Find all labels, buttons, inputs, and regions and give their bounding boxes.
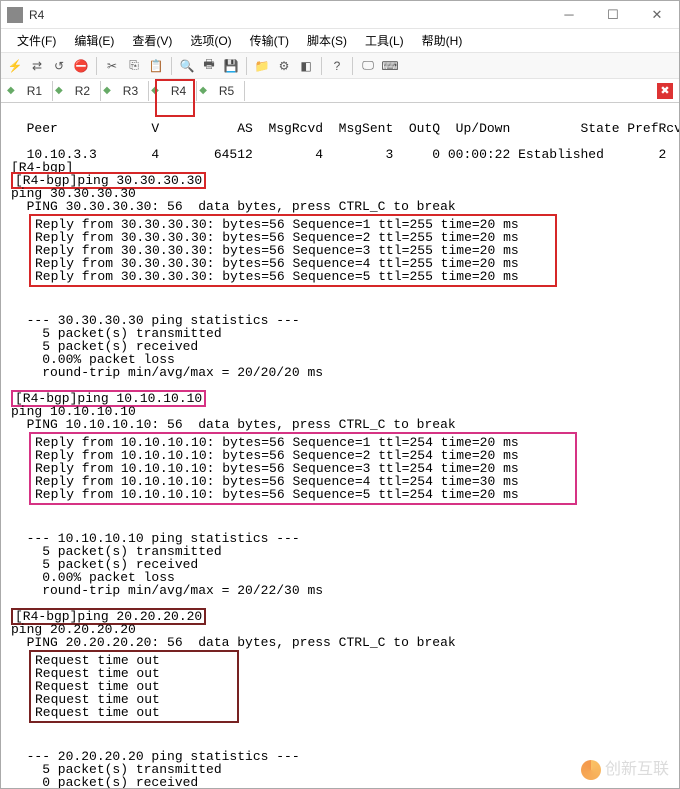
timeout-line: Request time out [35, 705, 160, 720]
tool-disconnect-icon[interactable]: ⛔ [71, 56, 91, 76]
menu-options[interactable]: 选项(O) [182, 30, 239, 51]
tool-reconnect-icon[interactable]: ↺ [49, 56, 69, 76]
menu-tools[interactable]: 工具(L) [357, 30, 412, 51]
app-icon [7, 7, 23, 23]
toolbar-separator [246, 57, 247, 75]
minimize-button[interactable]: ─ [547, 1, 591, 29]
session-tabbar: ◆ R1 ◆ R2 ◆ R3 ◆ R4 ◆ R5 ✖ [1, 79, 679, 103]
tab-r3[interactable]: R3 [113, 81, 149, 101]
ping-20-timeouts: Request time out Request time out Reques… [29, 650, 239, 723]
tab-r4[interactable]: R4 [161, 81, 197, 101]
tab-r4-label: R4 [171, 84, 186, 98]
window-controls: ─ ☐ ✕ [547, 1, 679, 29]
window-title: R4 [29, 8, 547, 22]
tab-indicator-icon: ◆ [197, 85, 209, 96]
tool-connect-icon[interactable]: ⚡ [5, 56, 25, 76]
menu-transfer[interactable]: 传输(T) [242, 30, 297, 51]
tool-help-icon[interactable]: ? [327, 56, 347, 76]
tool-session-icon[interactable]: ◧ [296, 56, 316, 76]
tool-screen-icon[interactable]: 🖵 [358, 56, 378, 76]
tool-keyboard-icon[interactable]: ⌨ [380, 56, 400, 76]
tab-indicator-icon: ◆ [149, 85, 161, 96]
stats-line: round-trip min/avg/max = 20/20/20 ms [11, 365, 323, 380]
tool-print-icon[interactable]: 🖶 [199, 56, 219, 76]
titlebar: R4 ─ ☐ ✕ [1, 1, 679, 29]
bgp-peer-row: 10.10.3.3 4 64512 4 3 0 00:00:22 Establi… [11, 147, 666, 162]
tool-folder-icon[interactable]: 📁 [252, 56, 272, 76]
menu-file[interactable]: 文件(F) [9, 30, 64, 51]
terminal-output[interactable]: Peer V AS MsgRcvd MsgSent OutQ Up/Down S… [1, 103, 679, 788]
ping-30-header: PING 30.30.30.30: 56 data bytes, press C… [11, 199, 456, 214]
menubar: 文件(F) 编辑(E) 查看(V) 选项(O) 传输(T) 脚本(S) 工具(L… [1, 29, 679, 53]
watermark-text: 创新互联 [605, 762, 669, 778]
tab-r2[interactable]: R2 [65, 81, 101, 101]
tab-close-button[interactable]: ✖ [657, 83, 673, 99]
stats-line: 0 packet(s) received [11, 775, 198, 788]
tool-copy-icon[interactable]: ⎘ [124, 56, 144, 76]
toolbar: ⚡ ⇄ ↺ ⛔ ✂ ⎘ 📋 🔍 🖶 💾 📁 ⚙ ◧ ? 🖵 ⌨ [1, 53, 679, 79]
toolbar-separator [352, 57, 353, 75]
toolbar-separator [96, 57, 97, 75]
tab-r5[interactable]: R5 [209, 81, 245, 101]
reply-line: Reply from 30.30.30.30: bytes=56 Sequenc… [35, 269, 519, 284]
tool-find-icon[interactable]: 🔍 [177, 56, 197, 76]
tab-indicator-icon: ◆ [101, 85, 113, 96]
tool-save-icon[interactable]: 💾 [221, 56, 241, 76]
menu-view[interactable]: 查看(V) [124, 30, 180, 51]
ping-10-replies: Reply from 10.10.10.10: bytes=56 Sequenc… [29, 432, 577, 505]
watermark-logo-icon [581, 760, 601, 780]
tool-settings-icon[interactable]: ⚙ [274, 56, 294, 76]
app-window: R4 ─ ☐ ✕ 文件(F) 编辑(E) 查看(V) 选项(O) 传输(T) 脚… [0, 0, 680, 789]
ping-10-header: PING 10.10.10.10: 56 data bytes, press C… [11, 417, 456, 432]
maximize-button[interactable]: ☐ [591, 1, 635, 29]
menu-script[interactable]: 脚本(S) [299, 30, 355, 51]
tool-paste-icon[interactable]: 📋 [146, 56, 166, 76]
tab-r1[interactable]: R1 [17, 81, 53, 101]
tool-cut-icon[interactable]: ✂ [102, 56, 122, 76]
menu-edit[interactable]: 编辑(E) [66, 30, 122, 51]
watermark: 创新互联 [581, 760, 669, 780]
stats-line: round-trip min/avg/max = 20/22/30 ms [11, 583, 323, 598]
tab-indicator-icon: ◆ [53, 85, 65, 96]
toolbar-separator [171, 57, 172, 75]
toolbar-separator [321, 57, 322, 75]
menu-help[interactable]: 帮助(H) [414, 30, 471, 51]
ping-30-replies: Reply from 30.30.30.30: bytes=56 Sequenc… [29, 214, 557, 287]
ping-20-header: PING 20.20.20.20: 56 data bytes, press C… [11, 635, 456, 650]
close-button[interactable]: ✕ [635, 1, 679, 29]
bgp-header: Peer V AS MsgRcvd MsgSent OutQ Up/Down S… [11, 121, 679, 136]
tab-indicator-icon: ◆ [5, 85, 17, 96]
tool-quickconnect-icon[interactable]: ⇄ [27, 56, 47, 76]
reply-line: Reply from 10.10.10.10: bytes=56 Sequenc… [35, 487, 519, 502]
